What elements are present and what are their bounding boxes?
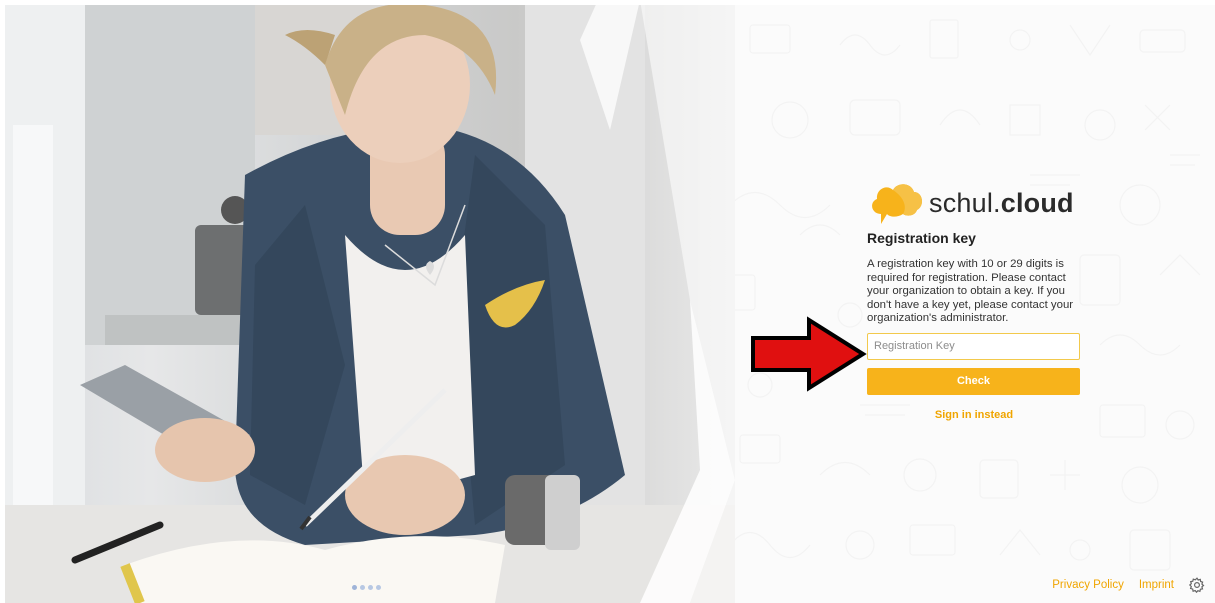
logo-text: schul.cloud [929, 188, 1074, 219]
carousel-dot-4[interactable] [376, 585, 381, 590]
privacy-policy-link[interactable]: Privacy Policy [1052, 579, 1124, 591]
sign-in-instead-link[interactable]: Sign in instead [867, 409, 1081, 421]
imprint-link[interactable]: Imprint [1139, 579, 1174, 591]
registration-panel: schul.cloud Registration key A registrat… [867, 178, 1081, 421]
carousel-dot-1[interactable] [352, 585, 357, 590]
red-arrow-icon [751, 316, 867, 392]
speech-cloud-icon [872, 184, 923, 224]
registration-description: A registration key with 10 or 29 digits … [867, 258, 1074, 325]
footer: Privacy Policy Imprint [1052, 577, 1205, 593]
carousel-indicators [352, 585, 381, 590]
gear-icon[interactable] [1189, 577, 1205, 593]
registration-title: Registration key [867, 230, 976, 246]
registration-key-input[interactable] [867, 332, 1080, 360]
logo: schul.cloud [867, 178, 1081, 228]
carousel-dot-3[interactable] [368, 585, 373, 590]
logo-text-bold: cloud [1000, 187, 1074, 218]
check-button[interactable]: Check [867, 367, 1080, 395]
logo-text-regular: schul. [929, 187, 1001, 218]
carousel-dot-2[interactable] [360, 585, 365, 590]
page: schul.cloud Registration key A registrat… [0, 0, 1215, 603]
hero-photo [5, 5, 735, 603]
